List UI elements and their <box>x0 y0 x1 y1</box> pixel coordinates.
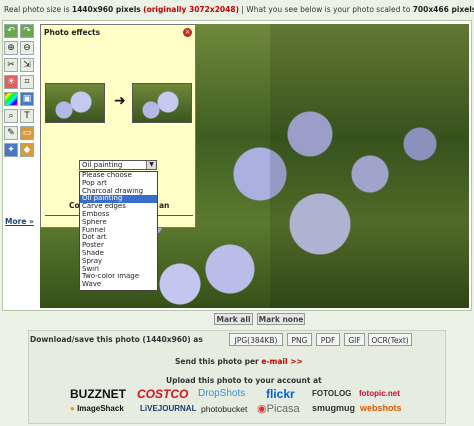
effect-option[interactable]: Two-color image <box>80 273 157 281</box>
webshots-logo[interactable]: webshots <box>360 403 402 413</box>
email-line: Send this photo per e-mail >> <box>175 357 303 366</box>
tool-palette: ↶ ↷ ⊕ ⊖ ✂ ⇲ ☀ ⌗ ▣ ⌕ T ✎ ▭ ✦ ◆ <box>4 24 36 160</box>
effect-option[interactable]: Shade <box>80 250 157 258</box>
effect-option[interactable]: Spray <box>80 258 157 266</box>
more-tools-link[interactable]: More » <box>5 217 34 226</box>
costco-logo[interactable]: COSTCO <box>137 387 188 401</box>
effect-option[interactable]: Dot art <box>80 234 157 242</box>
scissors-icon[interactable]: ✂ <box>4 58 18 72</box>
brightness-icon[interactable]: ☀ <box>4 75 18 89</box>
zoom-out-icon[interactable]: ⊖ <box>20 41 34 55</box>
download-png-button[interactable]: PNG <box>287 333 312 346</box>
photo-size-info: Real photo size is 1440x960 pixels (orig… <box>0 0 474 20</box>
photobucket-logo[interactable]: photobucket <box>201 404 247 414</box>
effect-option[interactable]: Emboss <box>80 211 157 219</box>
effect-label-right: an <box>159 201 170 210</box>
download-label: Download/save this photo (1440x960) as <box>30 335 203 344</box>
effect-option[interactable]: Wave <box>80 281 157 289</box>
effect-select[interactable]: Oil painting ▼ <box>79 160 157 170</box>
mark-all-button[interactable]: Mark all <box>214 313 253 325</box>
pencil-icon[interactable]: ✎ <box>4 126 18 140</box>
text-icon[interactable]: T <box>20 109 34 123</box>
rotate-left-icon[interactable]: ↶ <box>4 24 18 38</box>
frame-icon[interactable]: ▣ <box>20 92 34 106</box>
effects-icon[interactable]: ✦ <box>4 143 18 157</box>
dropshots-logo[interactable]: DropShots <box>198 388 245 399</box>
eraser-icon[interactable]: ▭ <box>20 126 34 140</box>
fotopic-logo[interactable]: fotopic.net <box>359 389 400 398</box>
download-pdf-button[interactable]: PDF <box>316 333 340 346</box>
chevron-down-icon: ▼ <box>146 161 156 169</box>
buzznet-logo[interactable]: BUZZNET <box>70 387 126 401</box>
rotate-right-icon[interactable]: ↷ <box>20 24 34 38</box>
crop-icon[interactable]: ⌗ <box>20 75 34 89</box>
mark-none-button[interactable]: Mark none <box>257 313 305 325</box>
smugmug-logo[interactable]: smugmug <box>312 403 355 413</box>
scaled-size: 700x466 pixels <box>412 5 474 14</box>
zoom-in-icon[interactable]: ⊕ <box>4 41 18 55</box>
close-icon[interactable]: × <box>183 28 192 37</box>
color-icon[interactable] <box>4 92 18 106</box>
effect-option[interactable]: Sphere <box>80 219 157 227</box>
download-jpg-button[interactable]: JPG(384KB) <box>229 333 283 346</box>
livejournal-logo[interactable]: LiVEJOURNAL <box>140 404 196 413</box>
effect-options-list: Please choose Pop art Charcoal drawing O… <box>79 171 158 291</box>
email-link[interactable]: e-mail >> <box>261 357 302 366</box>
effect-option[interactable]: Pop art <box>80 180 157 188</box>
magnify-icon[interactable]: ⌕ <box>4 109 18 123</box>
effect-option[interactable]: Funnel <box>80 227 157 235</box>
original-size: (originally 3072x2048) <box>143 5 240 14</box>
effect-option[interactable]: Swirl <box>80 266 157 274</box>
effect-option[interactable]: Charcoal drawing <box>80 188 157 196</box>
arrow-right-icon: ➜ <box>114 93 126 109</box>
preview-thumbnail <box>132 83 192 123</box>
original-thumbnail <box>45 83 105 123</box>
resize-icon[interactable]: ⇲ <box>20 58 34 72</box>
fotolog-logo[interactable]: FOTOLOG <box>312 389 351 398</box>
imageshack-logo[interactable]: ● ImageShack <box>70 404 124 413</box>
picasa-logo[interactable]: ◉Picasa <box>257 402 300 415</box>
flickr-logo[interactable]: flickr <box>266 387 295 401</box>
effect-option-selected[interactable]: Oil painting <box>80 195 157 204</box>
download-gif-button[interactable]: GIF <box>344 333 365 346</box>
upload-label: Upload this photo to your account at <box>166 376 322 385</box>
sharpen-icon[interactable]: ◆ <box>20 143 34 157</box>
effects-title: Photo effects <box>44 28 101 37</box>
effect-option[interactable]: Please choose <box>80 172 157 180</box>
real-size: 1440x960 pixels <box>71 5 141 14</box>
effect-option[interactable]: Poster <box>80 242 157 250</box>
download-ocr-button[interactable]: OCR(Text) <box>368 333 412 346</box>
effect-option[interactable]: Carve edges <box>80 203 157 211</box>
